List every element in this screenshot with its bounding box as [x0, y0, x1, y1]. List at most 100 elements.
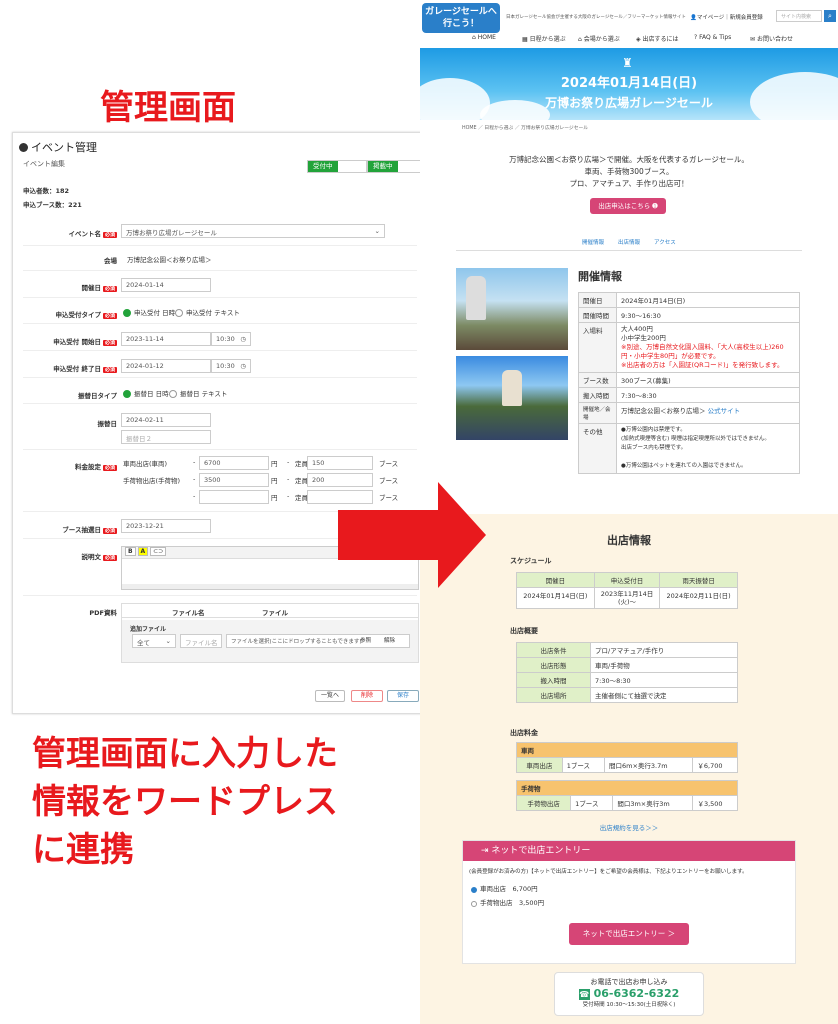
nav-contact[interactable]: ✉ お問い合わせ — [750, 34, 793, 43]
admin-panel: イベント管理 イベント編集 受付中 掲載中 申込者数：182 申込ブース数：22… — [12, 132, 428, 714]
file-type-select[interactable]: 全て ⌄ — [132, 634, 176, 648]
event-name-label: イベント名 必須 — [68, 230, 117, 238]
postpone-type-label: 振替日タイプ — [78, 392, 117, 400]
event-intro: 万博記念公園＜お祭り広場＞で開催。大阪を代表するガレージセール。 車両、手荷物30… — [509, 155, 749, 188]
booth-date-label: ブース抽選日 必須 — [62, 526, 117, 534]
reception-end-label: 申込受付 終了日 必須 — [53, 365, 117, 373]
pricing-heading: 出店料金 — [510, 729, 538, 737]
tower-icon: ♜ — [622, 56, 633, 70]
schedule-table: 開催日 申込受付日 雨天振替日 2024年01月14日(日) 2023年11月14日(… — [516, 572, 738, 609]
phone-number[interactable]: ☎ 06-6362-6322 — [555, 987, 703, 1000]
reception-text-radio[interactable]: 申込受付 テキスト — [175, 307, 240, 317]
tab-access[interactable]: アクセス — [654, 238, 676, 246]
fee-price-input[interactable]: 3500 — [199, 473, 269, 487]
nav-schedule[interactable]: ▦ 日程から選ぶ — [522, 34, 566, 43]
user-icon: 👤 — [690, 15, 697, 21]
fee-price-input[interactable] — [199, 490, 269, 504]
back-to-list-button[interactable]: 一覧へ — [315, 690, 345, 702]
nav-home[interactable]: ⌂ HOME — [472, 34, 496, 41]
hero-title: 万博お祭り広場ガレージセール — [545, 96, 713, 110]
reception-start-date[interactable]: 2023-11-14 — [121, 332, 211, 346]
applicant-count: 申込者数：182 — [23, 187, 70, 195]
admin-title: イベント管理 — [19, 139, 97, 155]
reception-type-label: 申込受付タイプ 必須 — [55, 311, 117, 319]
fee-capacity-input[interactable]: 150 — [307, 456, 373, 470]
arrow-right-icon — [338, 482, 486, 588]
rules-link[interactable]: 出店規約を見る＞＞ — [420, 822, 838, 832]
reception-start-label: 申込受付 開始日 必須 — [53, 338, 117, 346]
save-button[interactable]: 保存 — [387, 690, 419, 702]
postpone-text-radio[interactable]: 振替日 テキスト — [169, 388, 227, 398]
reception-datetime-radio[interactable]: 申込受付 日時 — [123, 307, 175, 317]
fee-price-input[interactable]: 6700 — [199, 456, 269, 470]
info-heading: 開催情報 — [578, 270, 622, 283]
delete-button[interactable]: 削除 — [351, 690, 383, 702]
tab-vendor-info[interactable]: 出店情報 — [618, 238, 640, 246]
hero-banner: ♜ 2024年01月14日(日) 万博お祭り広場ガレージセール — [420, 48, 838, 120]
desc-label: 説明文 必須 — [81, 553, 117, 561]
nav-venue[interactable]: ⌂ 会場から選ぶ — [578, 34, 620, 43]
phone-icon: ☎ — [578, 989, 590, 1000]
reception-end-time[interactable]: 10:30 ◷ — [211, 359, 251, 373]
caption-line-1: 管理画面に入力した — [32, 734, 338, 774]
event-info-table: 開催日 2024年01月14日(日) 開催時間 9:30～16:30 入場料 大人40… — [578, 292, 800, 474]
reception-start-time[interactable]: 10:30 ◷ — [211, 332, 251, 346]
nav-vendor[interactable]: ◈ 出店するには — [636, 34, 679, 43]
caption-text: 管理画面に入力した 情報をワードプレス に連携 — [32, 730, 338, 874]
tab-event-info[interactable]: 開催情報 — [582, 238, 604, 246]
pdf-label: PDF資料 — [89, 609, 117, 617]
booth-date-input[interactable]: 2023-12-21 — [121, 519, 211, 533]
entry-option-vehicle[interactable]: 車両出店 6,700円 — [463, 881, 795, 895]
color-button: A — [137, 547, 149, 556]
published-toggle[interactable]: 掲載中 — [367, 160, 427, 173]
bold-button: B — [125, 547, 136, 556]
venue-value: 万博記念公園＜お祭り広場＞ — [127, 256, 212, 264]
caption-line-3: に連携 — [32, 830, 134, 870]
file-name-input[interactable]: ファイル名 — [180, 634, 222, 648]
reception-toggle[interactable]: 受付中 — [307, 160, 367, 173]
site-logo[interactable]: ガレージセールへ行こう！ — [422, 3, 500, 33]
mypage-link[interactable]: 👤マイページ｜新規会員登録 — [690, 13, 763, 21]
postpone-input-2[interactable]: 振替日２ — [121, 430, 211, 444]
phone-box: お電話で出店お申し込み ☎ 06-6362-6322 受付時間 10:30～15… — [554, 972, 704, 1016]
postpone-label: 振替日 — [97, 420, 118, 428]
date-input[interactable]: 2024-01-14 — [121, 278, 211, 292]
reception-end-date[interactable]: 2024-01-12 — [121, 359, 211, 373]
overview-table: 出店条件 プロ/アマチュア/手作り 出店形態 車両/手荷物 搬入時間 7:30～8:3… — [516, 642, 738, 703]
site-search-input[interactable]: サイト内検索 — [776, 10, 822, 22]
link-icon: ⊂⊃ — [150, 547, 167, 556]
date-label: 開催日 必須 — [81, 284, 117, 292]
postpone-datetime-radio[interactable]: 振替日 日時 — [123, 388, 169, 398]
clear-button[interactable]: 解除 — [384, 636, 395, 644]
entry-option-hand[interactable]: 手荷物出店 3,500円 — [463, 895, 795, 909]
fee-label: 料金設定 必須 — [74, 463, 117, 471]
entry-note: (会員登録がお済みの方)【ネットで出店エントリー】をご希望の会員様は、下記よりエ… — [469, 869, 748, 875]
booth-count: 申込ブース数：221 — [23, 201, 82, 209]
browse-button[interactable]: 参照 — [360, 636, 371, 644]
overview-heading: 出店概要 — [510, 627, 538, 635]
apply-button[interactable]: 出店申込はこちら ➊ — [590, 198, 666, 214]
postpone-input[interactable]: 2024-02-11 — [121, 413, 211, 427]
admin-subtitle: イベント編集 — [23, 160, 65, 168]
breadcrumb: HOME ／ 日程から選ぶ ／ 万博お祭り広場ガレージセール — [462, 126, 589, 131]
clock-icon: ◷ — [240, 335, 246, 343]
site-tagline: 日本ガレージセール協会が主催する大阪のガレージセール／フリーマーケット情報サイト — [506, 15, 686, 20]
entry-icon: ⇥ — [481, 846, 492, 856]
caption-line-2: 情報をワードプレス — [32, 782, 338, 822]
clock-icon: ◷ — [240, 362, 246, 370]
search-icon[interactable]: ⌕ — [824, 10, 836, 22]
pricing-table-vehicle: 車両 車両出店 1ブース 間口6m×奥行3.7m ￥6,700 — [516, 742, 738, 773]
file-drop-input[interactable]: ファイルを選択(ここにドロップすることもできます) — [226, 634, 410, 648]
hero-date: 2024年01月14日(日) — [560, 76, 698, 91]
pdf-section: ファイル名 ファイル 追加ファイル 全て ⌄ ファイル名 ファイルを選択(ここにド… — [121, 603, 419, 663]
schedule-heading: スケジュール — [510, 557, 552, 565]
admin-heading: 管理画面 — [100, 88, 236, 128]
net-entry-button[interactable]: ネットで出店エントリー ＞ — [569, 923, 689, 945]
event-name-select[interactable]: 万博お祭り広場ガレージセール ⌄ — [121, 224, 385, 238]
nav-faq[interactable]: ? FAQ & Tips — [694, 34, 731, 41]
entry-panel: ⇥ ネットで出店エントリー (会員登録がお済みの方)【ネットで出店エントリー】を… — [462, 840, 796, 964]
event-photo-1 — [456, 268, 568, 350]
pricing-table-hand: 手荷物 手荷物出店 1ブース 間口3m×奥行3m ￥3,500 — [515, 780, 738, 811]
entry-heading: ⇥ ネットで出店エントリー — [463, 841, 795, 861]
official-site-link[interactable]: 公式サイト — [708, 407, 741, 415]
